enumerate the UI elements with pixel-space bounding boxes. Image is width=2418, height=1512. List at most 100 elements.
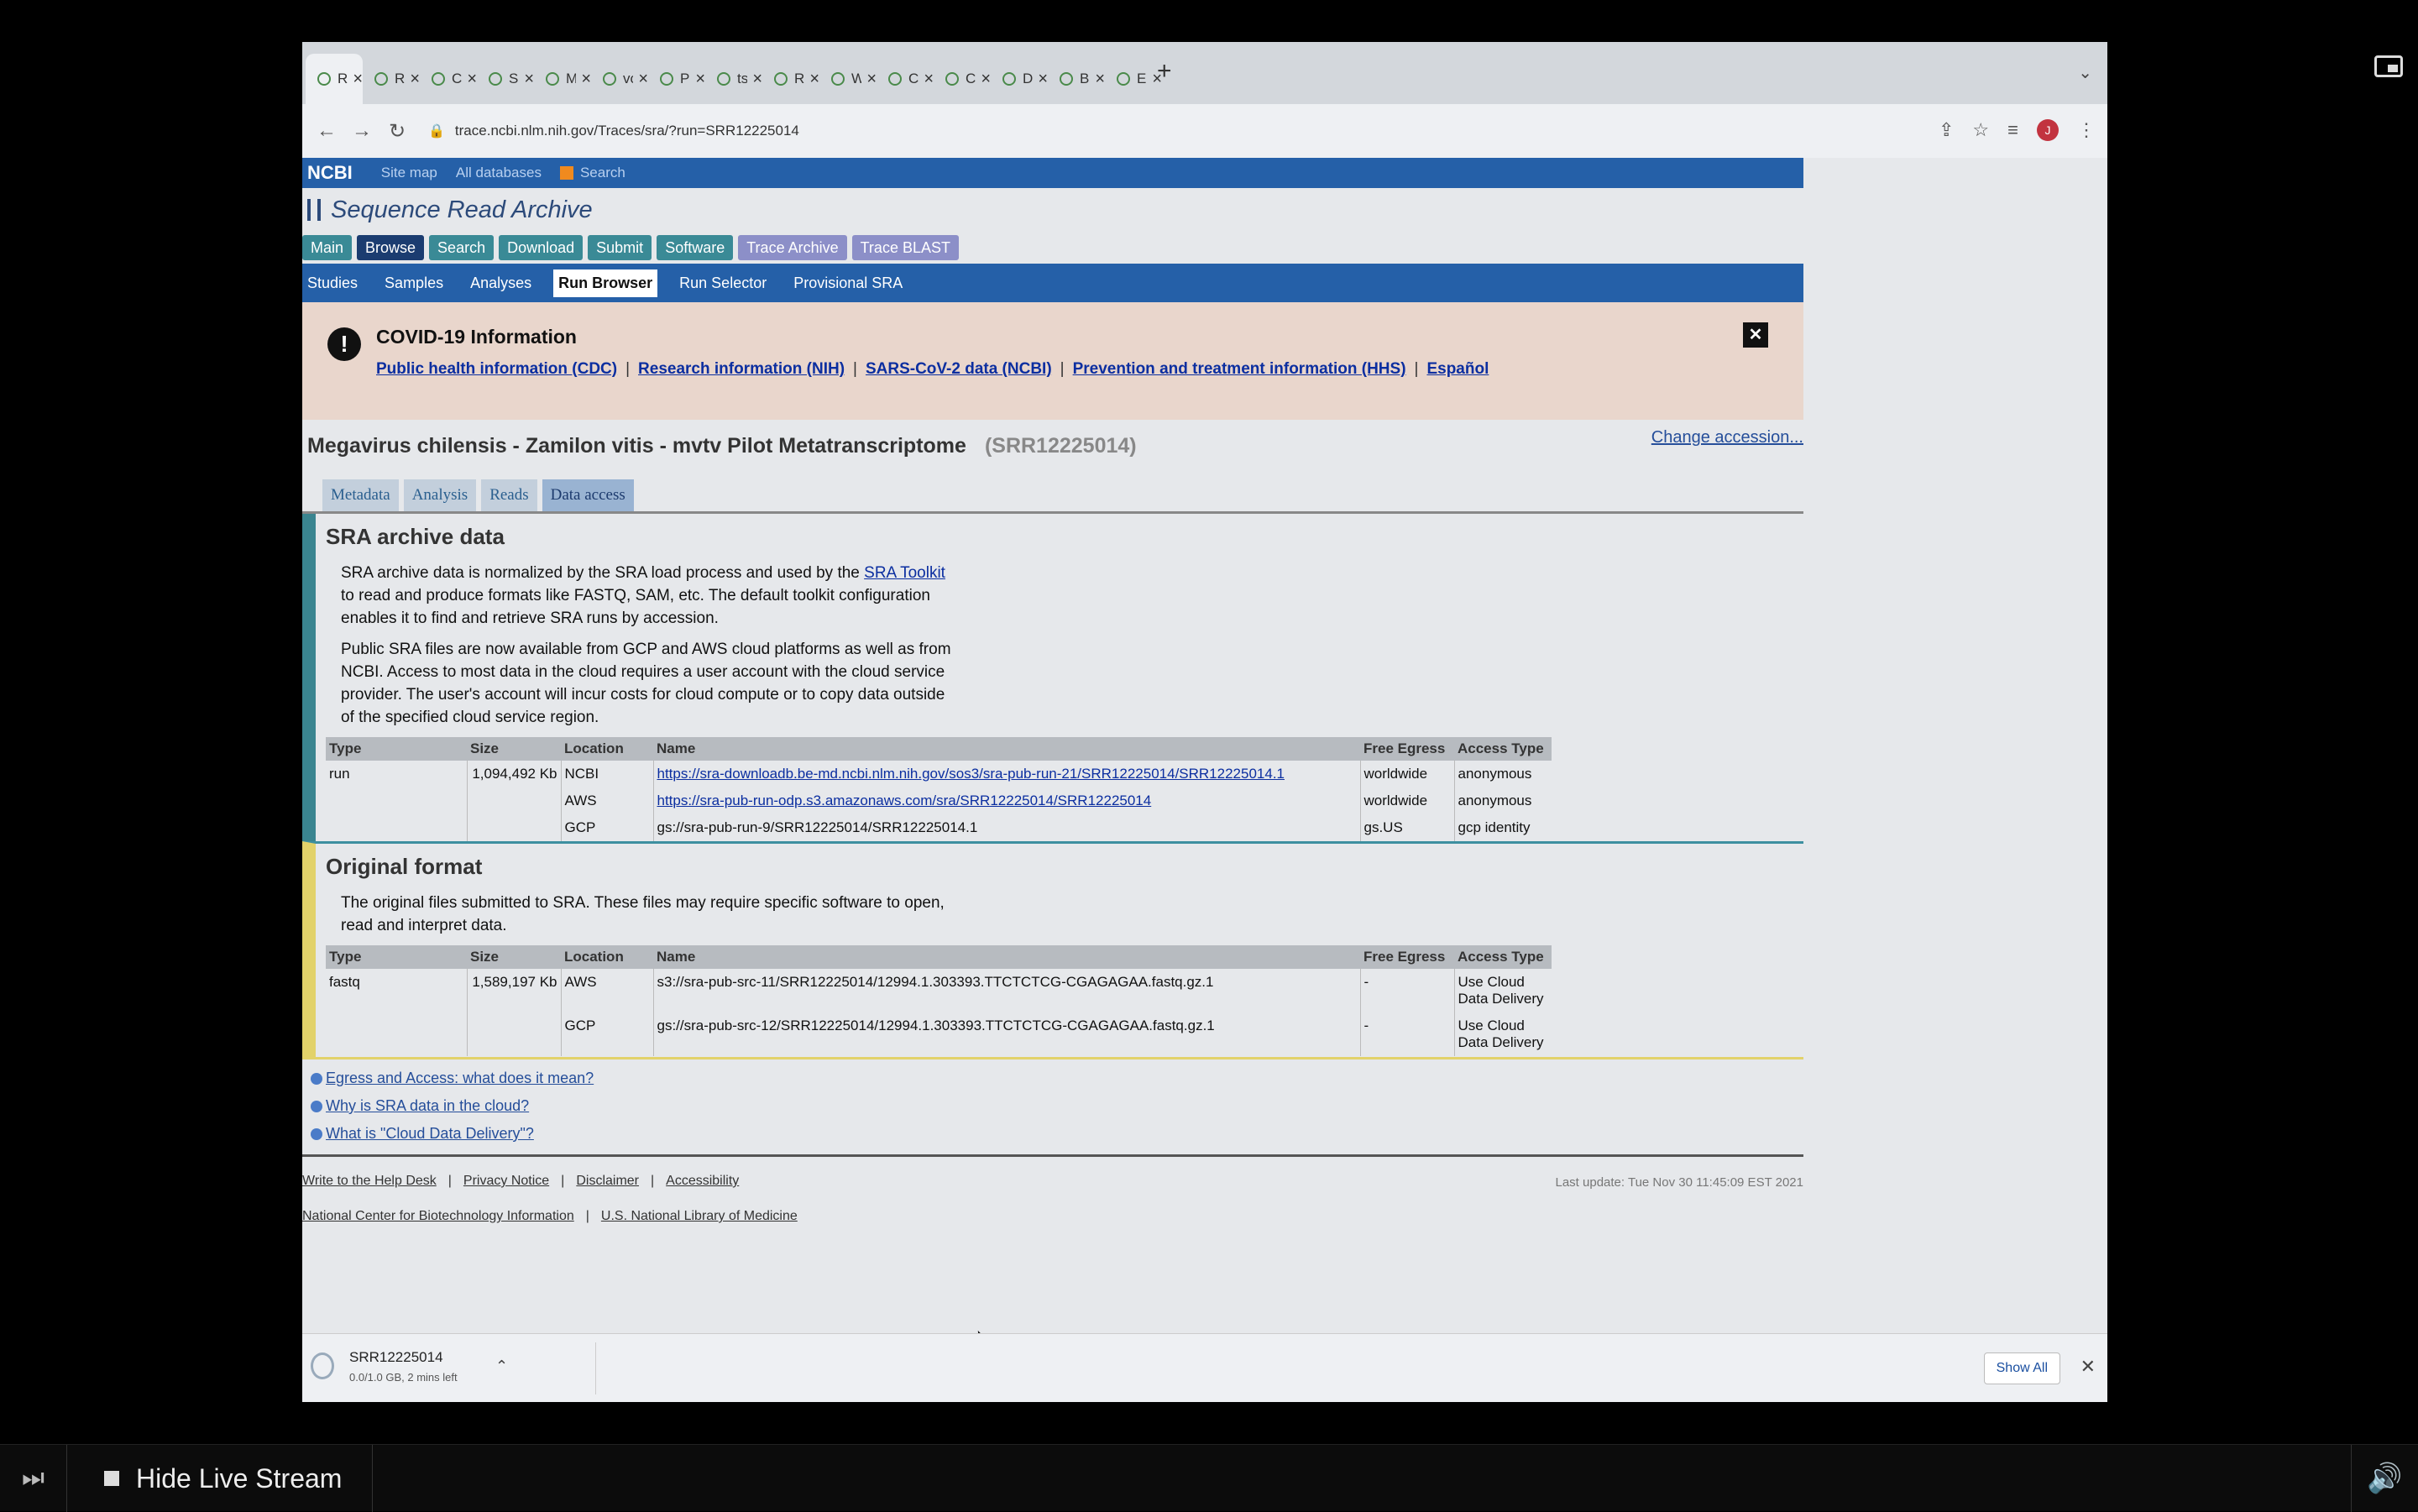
footer-link[interactable]: Privacy Notice bbox=[463, 1174, 549, 1189]
rss-icon[interactable] bbox=[559, 166, 573, 180]
download-url-link[interactable]: https://sra-pub-run-odp.s3.amazonaws.com… bbox=[657, 793, 1152, 808]
nav-search[interactable]: Search bbox=[429, 235, 495, 260]
subnav-studies[interactable]: Studies bbox=[302, 269, 363, 297]
subnav-run-browser[interactable]: Run Browser bbox=[553, 269, 658, 297]
tab-metadata[interactable]: Metadata bbox=[322, 479, 399, 511]
nav-trace-archive[interactable]: Trace Archive bbox=[738, 235, 847, 260]
close-tab-icon[interactable]: × bbox=[752, 70, 762, 89]
chevron-up-icon[interactable]: ⌃ bbox=[495, 1358, 508, 1375]
nav-submit[interactable]: Submit bbox=[588, 235, 652, 260]
close-banner-button[interactable]: ✕ bbox=[1743, 322, 1768, 348]
browser-tab[interactable]: voutcn/m × bbox=[591, 54, 648, 104]
cell-location: GCP bbox=[561, 1012, 654, 1056]
close-icon[interactable]: ✕ bbox=[2080, 1356, 2096, 1378]
ncbi-logo[interactable]: NCBI bbox=[307, 162, 353, 184]
section-title: SRA archive data bbox=[326, 524, 505, 549]
reload-icon[interactable]: ↻ bbox=[386, 119, 408, 144]
share-icon[interactable]: ⇪ bbox=[1939, 119, 1954, 141]
close-tab-icon[interactable]: × bbox=[1095, 70, 1105, 89]
close-tab-icon[interactable]: × bbox=[638, 70, 648, 89]
covid-link[interactable]: Public health information (CDC) bbox=[376, 360, 617, 379]
skip-next-icon[interactable]: ⏭ bbox=[0, 1445, 67, 1512]
browser-tab[interactable]: tseeman × bbox=[705, 54, 762, 104]
lock-icon[interactable]: 🔒 bbox=[428, 123, 445, 139]
close-tab-icon[interactable]: × bbox=[924, 70, 934, 89]
browser-tab[interactable]: Prokka: × bbox=[648, 54, 705, 104]
subnav-analyses[interactable]: Analyses bbox=[465, 269, 536, 297]
search-link[interactable]: Search bbox=[580, 165, 625, 181]
close-tab-icon[interactable]: × bbox=[353, 70, 363, 89]
footer-link[interactable]: Accessibility bbox=[666, 1174, 739, 1189]
tab-data-access[interactable]: Data access bbox=[542, 479, 634, 511]
close-tab-icon[interactable]: × bbox=[467, 70, 477, 89]
close-tab-icon[interactable]: × bbox=[809, 70, 819, 89]
nav-trace-blast[interactable]: Trace BLAST bbox=[851, 235, 959, 260]
browser-tab[interactable]: RStudio × bbox=[762, 54, 819, 104]
browser-tab[interactable]: Conda + × bbox=[877, 54, 934, 104]
show-all-button[interactable]: Show All bbox=[1983, 1352, 2060, 1384]
close-tab-icon[interactable]: × bbox=[981, 70, 991, 89]
menu-kebab-icon[interactable]: ⋮ bbox=[2077, 119, 2096, 141]
close-tab-icon[interactable]: × bbox=[410, 70, 420, 89]
subnav-provisional-sra[interactable]: Provisional SRA bbox=[788, 269, 908, 297]
tab-analysis[interactable]: Analysis bbox=[403, 479, 477, 511]
covid-link[interactable]: Research information (NIH) bbox=[638, 360, 845, 379]
faq-link[interactable]: What is "Cloud Data Delivery"? bbox=[311, 1125, 1803, 1143]
profile-avatar[interactable]: J bbox=[2037, 119, 2059, 141]
close-tab-icon[interactable]: × bbox=[581, 70, 591, 89]
reading-list-icon[interactable]: ≡ bbox=[2007, 119, 2018, 141]
browser-tab[interactable]: Run Brow × bbox=[363, 54, 420, 104]
close-tab-icon[interactable]: × bbox=[1038, 70, 1048, 89]
tab-search-chevron-icon[interactable]: ⌄ bbox=[2078, 62, 2092, 83]
sra-toolkit-link[interactable]: SRA Toolkit bbox=[864, 564, 945, 582]
tab-reads[interactable]: Reads bbox=[481, 479, 537, 511]
footer-link[interactable]: Disclaimer bbox=[576, 1174, 639, 1189]
cell-name: s3://sra-pub-src-11/SRR12225014/12994.1.… bbox=[653, 969, 1361, 1012]
browser-tab[interactable]: Echo× bbox=[1105, 54, 1162, 104]
browser-tab[interactable]: Sra Tools × bbox=[477, 54, 534, 104]
footer-link[interactable]: Write to the Help Desk bbox=[302, 1174, 437, 1189]
subnav-run-selector[interactable]: Run Selector bbox=[674, 269, 772, 297]
forward-icon[interactable]: → bbox=[351, 119, 373, 143]
close-tab-icon[interactable]: × bbox=[524, 70, 534, 89]
browser-tab[interactable]: MEGAHI × bbox=[534, 54, 591, 104]
browser-tab[interactable]: Basic his × bbox=[1048, 54, 1105, 104]
volume-icon[interactable]: 🔊 bbox=[2351, 1445, 2418, 1512]
close-tab-icon[interactable]: × bbox=[866, 70, 877, 89]
nav-main[interactable]: Main bbox=[302, 235, 353, 260]
covid-link[interactable]: Español bbox=[1426, 360, 1489, 379]
covid-link[interactable]: Prevention and treatment information (HH… bbox=[1073, 360, 1406, 379]
hide-live-stream-button[interactable]: Hide Live Stream bbox=[67, 1445, 373, 1512]
tab-favicon-icon bbox=[774, 72, 788, 86]
subnav-samples[interactable]: Samples bbox=[379, 269, 448, 297]
change-accession-link[interactable]: Change accession... bbox=[1651, 428, 1803, 447]
browser-tab[interactable]: Welcome × bbox=[819, 54, 877, 104]
browser-tab[interactable]: Run Brow × bbox=[306, 54, 363, 104]
browser-tab[interactable]: Create E × bbox=[934, 54, 991, 104]
bookmark-star-icon[interactable]: ☆ bbox=[1972, 119, 1989, 141]
faq-link[interactable]: Why is SRA data in the cloud? bbox=[311, 1097, 1803, 1115]
footer-link[interactable]: National Center for Biotechnology Inform… bbox=[302, 1209, 574, 1224]
footer-link[interactable]: U.S. National Library of Medicine bbox=[601, 1209, 798, 1224]
new-tab-button[interactable]: + bbox=[1157, 57, 1172, 86]
back-icon[interactable]: ← bbox=[316, 119, 338, 143]
browser-tab[interactable]: Conda – × bbox=[420, 54, 477, 104]
download-url-link[interactable]: https://sra-downloadb.be-md.ncbi.nlm.nih… bbox=[657, 766, 1285, 782]
covid-link[interactable]: SARS-CoV-2 data (NCBI) bbox=[866, 360, 1052, 379]
nav-software[interactable]: Software bbox=[657, 235, 734, 260]
nav-download[interactable]: Download bbox=[499, 235, 584, 260]
site-map-link[interactable]: Site map bbox=[381, 165, 437, 181]
download-item[interactable]: SRR12225014 0.0/1.0 GB, 2 mins left ⌃ bbox=[311, 1342, 596, 1394]
nav-browse[interactable]: Browse bbox=[357, 235, 425, 260]
picture-in-picture-icon[interactable] bbox=[2374, 55, 2403, 77]
footer-links-2: National Center for Biotechnology Inform… bbox=[302, 1209, 1803, 1224]
address-bar[interactable]: trace.ncbi.nlm.nih.gov/Traces/sra/?run=S… bbox=[455, 123, 799, 139]
browser-tab[interactable]: Data visu × bbox=[991, 54, 1048, 104]
tab-title: Prokka: bbox=[680, 71, 690, 86]
close-tab-icon[interactable]: × bbox=[695, 70, 705, 89]
faq-link[interactable]: Egress and Access: what does it mean? bbox=[311, 1070, 1803, 1087]
link-separator: | bbox=[625, 360, 631, 378]
cell-location: AWS bbox=[561, 787, 654, 814]
all-databases-link[interactable]: All databases bbox=[456, 165, 542, 181]
cell-egress: - bbox=[1360, 1012, 1455, 1056]
